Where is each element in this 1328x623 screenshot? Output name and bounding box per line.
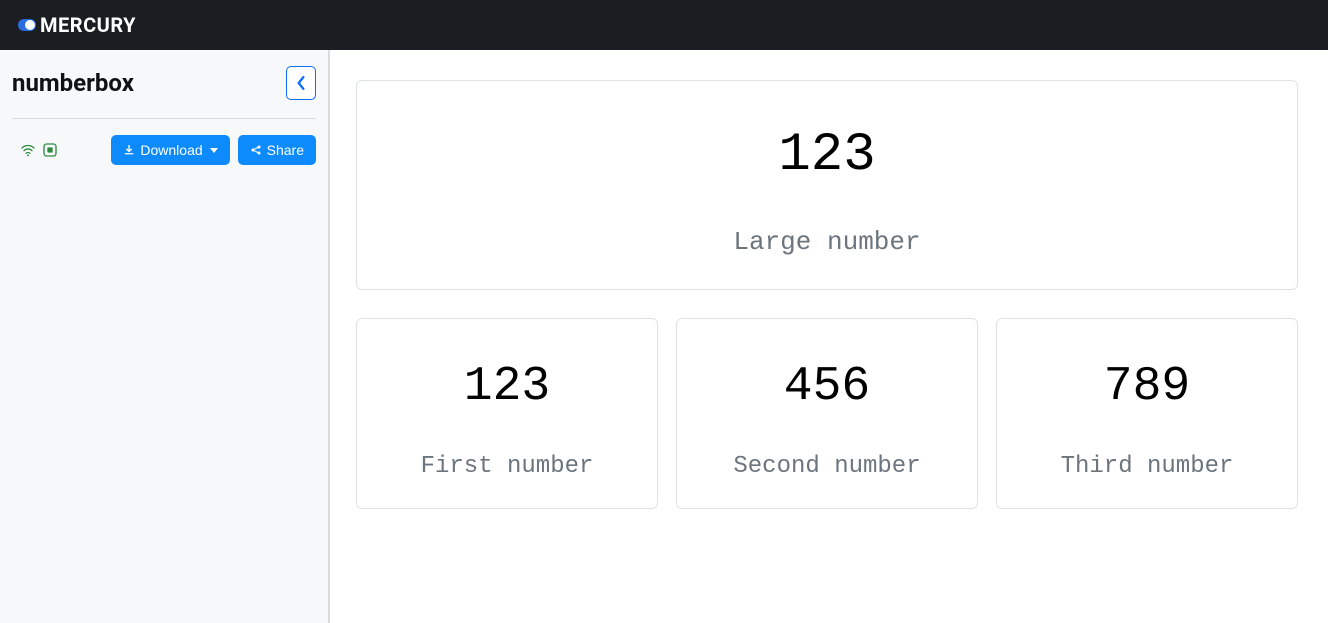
stop-icon[interactable] <box>42 142 58 158</box>
chevron-left-icon <box>296 76 306 90</box>
number-value: 789 <box>1007 363 1287 411</box>
chevron-down-icon <box>210 148 218 153</box>
brand-name: MERCURY <box>40 13 136 37</box>
collapse-sidebar-button[interactable] <box>286 66 316 100</box>
number-label: First number <box>367 453 647 480</box>
number-label: Large number <box>373 227 1281 257</box>
page-title: numberbox <box>12 69 134 97</box>
download-icon <box>123 144 135 156</box>
share-label: Share <box>267 142 304 158</box>
number-card: 456 Second number <box>676 318 978 509</box>
main-content: 123 Large number 123 First number 456 Se… <box>330 50 1328 623</box>
download-button[interactable]: Download <box>111 135 229 165</box>
number-value: 123 <box>367 363 647 411</box>
number-label: Second number <box>687 453 967 480</box>
toggle-icon <box>18 19 36 31</box>
number-value: 456 <box>687 363 967 411</box>
number-card: 789 Third number <box>996 318 1298 509</box>
divider <box>12 118 316 119</box>
sidebar: numberbox <box>0 50 330 623</box>
number-label: Third number <box>1007 453 1287 480</box>
number-card: 123 First number <box>356 318 658 509</box>
share-button[interactable]: Share <box>238 135 316 165</box>
number-card-large: 123 Large number <box>356 80 1298 290</box>
number-value: 123 <box>373 129 1281 183</box>
share-icon <box>250 144 262 156</box>
status-icons <box>12 142 58 158</box>
topbar: MERCURY <box>0 0 1328 50</box>
download-label: Download <box>140 142 202 158</box>
brand-logo[interactable]: MERCURY <box>18 13 136 37</box>
wifi-icon <box>20 142 36 158</box>
